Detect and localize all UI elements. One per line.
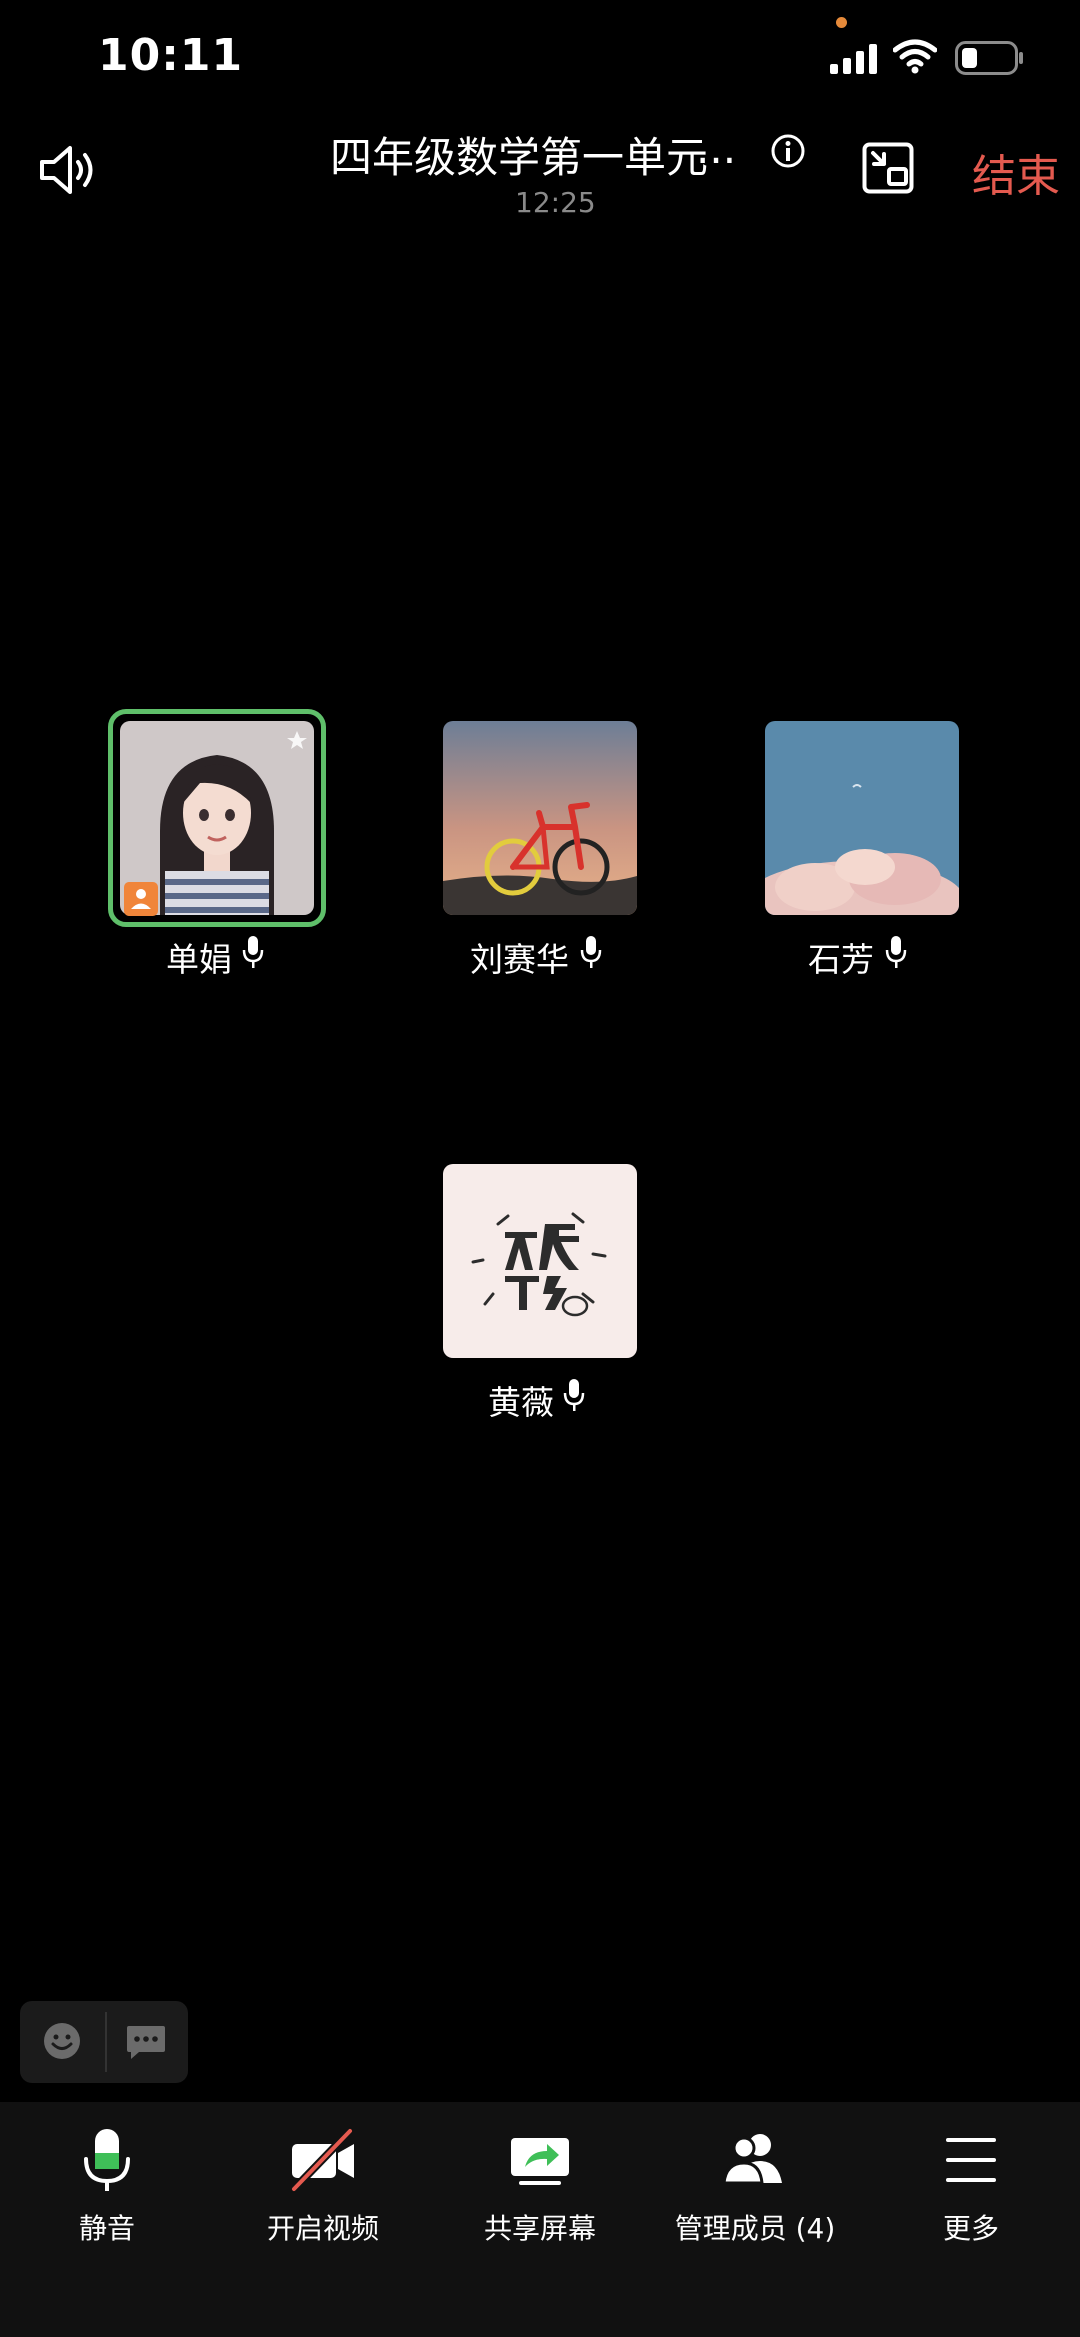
battery-icon [955,41,1023,75]
participant-name-2: 刘赛华 [470,940,569,979]
share-screen-button[interactable]: 共享屏幕 [445,2125,635,2247]
more-label: 更多 [942,2212,999,2245]
emoji-icon[interactable] [42,2021,82,2061]
microphone-icon [242,936,264,968]
participant-avatar-4[interactable] [443,1164,637,1358]
speaker-icon[interactable] [36,138,100,202]
participant-avatar-3[interactable] [765,721,959,915]
start-video-label: 开启视频 [266,2212,379,2245]
mute-label: 静音 [78,2212,135,2245]
meeting-screen: 10:11 四年级数学第一单元 ... 12:25 结束 单娟 刘赛华 石芳 黄… [0,0,1080,2337]
microphone-icon [580,936,602,968]
share-screen-icon [511,2138,569,2185]
cellular-signal-icon [830,44,877,74]
participant-name-1: 单娟 [166,940,232,979]
meeting-title[interactable]: 四年级数学第一单元 [330,124,708,185]
end-meeting-button[interactable]: 结束 [972,140,1060,204]
picture-in-picture-icon[interactable] [862,142,914,194]
manage-members-button[interactable]: 管理成员 (4) [660,2125,850,2247]
more-button[interactable]: 更多 [876,2125,1066,2247]
meeting-duration: 12:25 [515,186,596,219]
manage-members-label: 管理成员 (4) [674,2212,836,2245]
meeting-title-ellipsis: ... [696,124,737,173]
participant-name-3: 石芳 [808,940,874,979]
recording-indicator-dot [836,17,847,28]
microphone-icon [563,1379,585,1411]
wifi-icon [893,39,937,74]
microphone-icon [84,2129,130,2191]
video-off-icon [290,2127,354,2193]
mute-button[interactable]: 静音 [12,2125,202,2247]
host-badge-icon [124,882,158,916]
reaction-divider [105,2012,107,2072]
status-time: 10:11 [98,30,244,81]
microphone-icon [885,936,907,968]
info-icon[interactable] [770,133,806,169]
participant-name-4: 黄薇 [488,1383,554,1422]
start-video-button[interactable]: 开启视频 [228,2125,418,2247]
participant-avatar-2[interactable] [443,721,637,915]
members-icon [722,2134,782,2185]
chat-icon[interactable] [125,2022,167,2062]
menu-icon [946,2138,996,2182]
share-screen-label: 共享屏幕 [483,2212,596,2245]
